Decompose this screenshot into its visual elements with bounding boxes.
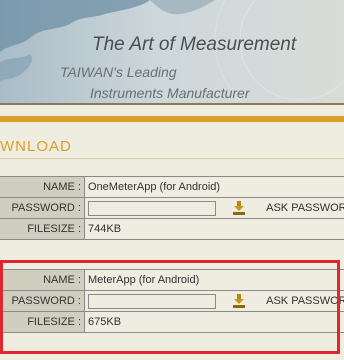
download-icon[interactable] xyxy=(233,201,246,215)
ask-password-link[interactable]: ASK PASSWORD xyxy=(266,202,344,214)
password-row: PASSWORD : ASK PASSWORD xyxy=(0,197,344,219)
filesize-label: FILESIZE : xyxy=(0,218,85,240)
password-cell: ASK PASSWORD xyxy=(84,290,344,312)
gold-bar xyxy=(0,116,344,122)
password-row: PASSWORD : ASK PASSWORD xyxy=(0,290,344,312)
password-label: PASSWORD : xyxy=(0,290,85,312)
name-label: NAME : xyxy=(0,269,85,291)
password-input[interactable] xyxy=(88,200,216,216)
download-table-1: NAME : OneMeterApp (for Android) PASSWOR… xyxy=(0,176,344,240)
download-icon[interactable] xyxy=(233,294,246,308)
name-value: MeterApp (for Android) xyxy=(84,269,344,291)
subtitle-line-1: TAIWAN's Leading xyxy=(60,64,177,80)
password-input[interactable] xyxy=(88,293,216,309)
name-label: NAME : xyxy=(0,176,85,198)
filesize-value: 744KB xyxy=(84,218,344,240)
ask-password-link[interactable]: ASK PASSWORD xyxy=(266,295,344,307)
subtitle-line-2: Instruments Manufacturer xyxy=(90,85,250,101)
download-table-2: NAME : MeterApp (for Android) PASSWORD :… xyxy=(0,269,344,333)
banner-divider xyxy=(0,103,344,105)
filesize-value: 675KB xyxy=(84,311,344,333)
section-title: WNLOAD xyxy=(0,138,72,155)
header-banner: The Art of Measurement TAIWAN's Leading … xyxy=(0,0,344,103)
filesize-row: FILESIZE : 675KB xyxy=(0,311,344,333)
filesize-label: FILESIZE : xyxy=(0,311,85,333)
name-row: NAME : MeterApp (for Android) xyxy=(0,269,344,291)
name-value: OneMeterApp (for Android) xyxy=(84,176,344,198)
password-label: PASSWORD : xyxy=(0,197,85,219)
filesize-row: FILESIZE : 744KB xyxy=(0,218,344,240)
name-row: NAME : OneMeterApp (for Android) xyxy=(0,176,344,198)
password-cell: ASK PASSWORD xyxy=(84,197,344,219)
tagline: The Art of Measurement xyxy=(92,34,297,55)
section-divider xyxy=(0,158,344,159)
